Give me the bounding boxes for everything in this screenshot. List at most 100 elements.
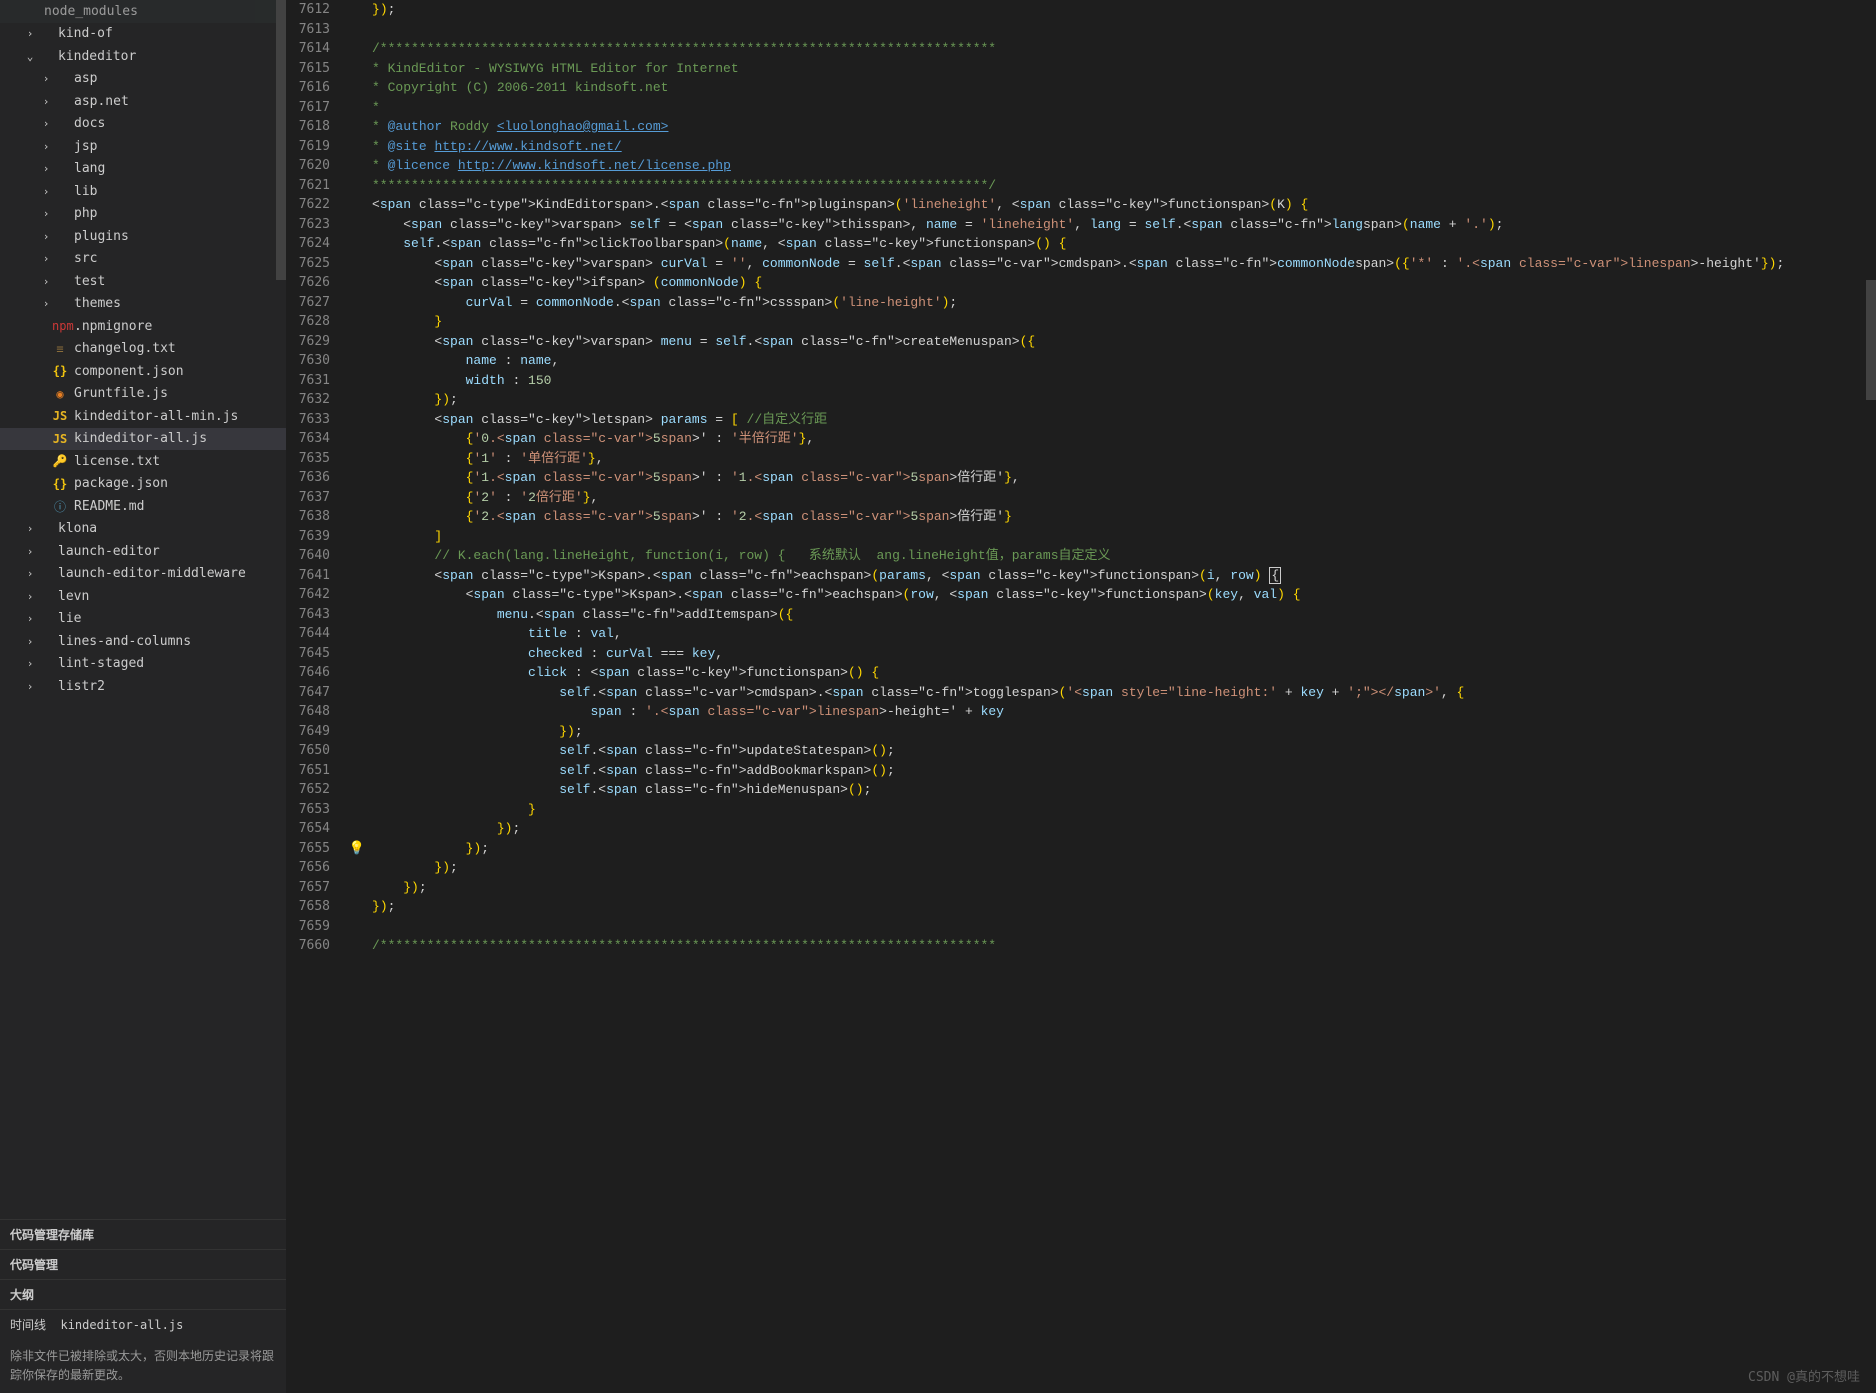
folder-asp.net[interactable]: ›asp.net — [0, 90, 286, 113]
code-line[interactable]: <span class="c-key">varspan> curVal = ''… — [372, 254, 1876, 274]
tree-item-label: kindeditor-all.js — [74, 431, 207, 446]
line-number: 7647 — [286, 683, 330, 703]
folder-lie[interactable]: ›lie — [0, 608, 286, 631]
code-line[interactable] — [372, 20, 1876, 40]
code-line[interactable]: name : name, — [372, 351, 1876, 371]
code-line[interactable]: * @author Roddy <luolonghao@gmail.com> — [372, 117, 1876, 137]
folder-lines-and-columns[interactable]: ›lines-and-columns — [0, 630, 286, 653]
section-outline[interactable]: 大纲 — [0, 1279, 286, 1309]
code-line[interactable]: }); — [372, 858, 1876, 878]
folder-docs[interactable]: ›docs — [0, 113, 286, 136]
file-icon: JS — [52, 409, 68, 423]
code-line[interactable]: } — [372, 800, 1876, 820]
section-src-ctrl[interactable]: 代码管理 — [0, 1249, 286, 1279]
code-line[interactable]: }); — [372, 0, 1876, 20]
code-line[interactable]: checked : curVal === key, — [372, 644, 1876, 664]
folder-launch-editor[interactable]: ›launch-editor — [0, 540, 286, 563]
code-line[interactable]: }); — [372, 897, 1876, 917]
code-line[interactable]: * @licence http://www.kindsoft.net/licen… — [372, 156, 1876, 176]
file-license.txt[interactable]: 🔑license.txt — [0, 450, 286, 473]
file-.npmignore[interactable]: npm.npmignore — [0, 315, 286, 338]
code-line[interactable]: * Copyright (C) 2006-2011 kindsoft.net — [372, 78, 1876, 98]
file-node_modules[interactable]: node_modules — [0, 0, 286, 23]
folder-levn[interactable]: ›levn — [0, 585, 286, 608]
code-line[interactable]: <span class="c-type">KindEditorspan>.<sp… — [372, 195, 1876, 215]
code-line[interactable]: * — [372, 98, 1876, 118]
code-line[interactable]: {'2.<span class="c-var">5span>' : '2.<sp… — [372, 507, 1876, 527]
section-timeline[interactable]: 时间线 kindeditor-all.js — [0, 1309, 286, 1339]
sidebar-scrollbar[interactable] — [276, 0, 286, 280]
folder-src[interactable]: ›src — [0, 248, 286, 271]
code-line[interactable]: {'1.<span class="c-var">5span>' : '1.<sp… — [372, 468, 1876, 488]
code-line[interactable]: self.<span class="c-fn">hideMenuspan>(); — [372, 780, 1876, 800]
code-line[interactable]: }); — [372, 390, 1876, 410]
code-line[interactable]: <span class="c-type">Kspan>.<span class=… — [372, 585, 1876, 605]
tree-item-label: levn — [58, 589, 89, 604]
file-README.md[interactable]: ⓘREADME.md — [0, 495, 286, 518]
file-Gruntfile.js[interactable]: ◉Gruntfile.js — [0, 383, 286, 406]
folder-kind-of[interactable]: ›kind-of — [0, 23, 286, 46]
code-line[interactable]: click : <span class="c-key">functionspan… — [372, 663, 1876, 683]
editor-scrollbar[interactable] — [1862, 0, 1876, 1393]
folder-listr2[interactable]: ›listr2 — [0, 675, 286, 698]
code-line[interactable]: title : val, — [372, 624, 1876, 644]
code-line[interactable]: {'1' : '单倍行距'}, — [372, 449, 1876, 469]
folder-plugins[interactable]: ›plugins — [0, 225, 286, 248]
code-line[interactable]: ] — [372, 527, 1876, 547]
chevron-icon: › — [40, 297, 52, 310]
code-line[interactable]: }); — [372, 878, 1876, 898]
code-line[interactable]: // K.each(lang.lineHeight, function(i, r… — [372, 546, 1876, 566]
lightbulb-icon[interactable]: 💡 — [349, 841, 365, 856]
code-line[interactable]: {'0.<span class="c-var">5span>' : '半倍行距'… — [372, 429, 1876, 449]
code-line[interactable]: } — [372, 312, 1876, 332]
folder-lint-staged[interactable]: ›lint-staged — [0, 653, 286, 676]
code-line[interactable] — [372, 917, 1876, 937]
code-line[interactable]: width : 150 — [372, 371, 1876, 391]
code-line[interactable]: <span class="c-type">Kspan>.<span class=… — [372, 566, 1876, 586]
code-line[interactable]: }); — [372, 819, 1876, 839]
folder-lang[interactable]: ›lang — [0, 158, 286, 181]
code-line[interactable]: }); — [372, 722, 1876, 742]
code-content[interactable]: }); /***********************************… — [368, 0, 1876, 1393]
code-line[interactable]: ****************************************… — [372, 176, 1876, 196]
code-editor[interactable]: 7612761376147615761676177618761976207621… — [286, 0, 1876, 1393]
code-line[interactable]: <span class="c-key">varspan> menu = self… — [372, 332, 1876, 352]
line-number: 7631 — [286, 371, 330, 391]
csdn-watermark: CSDN @真的不想哇 — [1748, 1366, 1860, 1385]
folder-jsp[interactable]: ›jsp — [0, 135, 286, 158]
folder-php[interactable]: ›php — [0, 203, 286, 226]
code-line[interactable]: <span class="c-key">ifspan> (commonNode)… — [372, 273, 1876, 293]
folder-test[interactable]: ›test — [0, 270, 286, 293]
file-kindeditor-all.js[interactable]: JSkindeditor-all.js — [0, 428, 286, 451]
line-number: 7640 — [286, 546, 330, 566]
code-line[interactable]: self.<span class="c-var">cmdspan>.<span … — [372, 683, 1876, 703]
folder-lib[interactable]: ›lib — [0, 180, 286, 203]
code-line[interactable]: /***************************************… — [372, 936, 1876, 956]
code-line[interactable]: curVal = commonNode.<span class="c-fn">c… — [372, 293, 1876, 313]
folder-themes[interactable]: ›themes — [0, 293, 286, 316]
file-package.json[interactable]: {}package.json — [0, 473, 286, 496]
folder-launch-editor-middleware[interactable]: ›launch-editor-middleware — [0, 563, 286, 586]
code-line[interactable]: self.<span class="c-fn">addBookmarkspan>… — [372, 761, 1876, 781]
code-line[interactable]: <span class="c-key">letspan> params = [ … — [372, 410, 1876, 430]
file-tree[interactable]: node_modules›kind-of⌄kindeditor›asp›asp.… — [0, 0, 286, 1219]
folder-kindeditor[interactable]: ⌄kindeditor — [0, 45, 286, 68]
section-src-repo[interactable]: 代码管理存储库 — [0, 1219, 286, 1249]
code-line[interactable]: * KindEditor - WYSIWYG HTML Editor for I… — [372, 59, 1876, 79]
code-line[interactable]: {'2' : '2倍行距'}, — [372, 488, 1876, 508]
folder-asp[interactable]: ›asp — [0, 68, 286, 91]
line-number: 7659 — [286, 917, 330, 937]
file-kindeditor-all-min.js[interactable]: JSkindeditor-all-min.js — [0, 405, 286, 428]
folder-klona[interactable]: ›klona — [0, 518, 286, 541]
code-line[interactable]: self.<span class="c-fn">updateStatespan>… — [372, 741, 1876, 761]
code-line[interactable]: }); — [372, 839, 1876, 859]
file-component.json[interactable]: {}component.json — [0, 360, 286, 383]
code-line[interactable]: self.<span class="c-fn">clickToolbarspan… — [372, 234, 1876, 254]
code-line[interactable]: * @site http://www.kindsoft.net/ — [372, 137, 1876, 157]
code-line[interactable]: /***************************************… — [372, 39, 1876, 59]
code-line[interactable]: span : '.<span class="c-var">linespan>-h… — [372, 702, 1876, 722]
code-line[interactable]: menu.<span class="c-fn">addItemspan>({ — [372, 605, 1876, 625]
scrollbar-thumb[interactable] — [1866, 280, 1876, 400]
file-changelog.txt[interactable]: ≡changelog.txt — [0, 338, 286, 361]
code-line[interactable]: <span class="c-key">varspan> self = <spa… — [372, 215, 1876, 235]
